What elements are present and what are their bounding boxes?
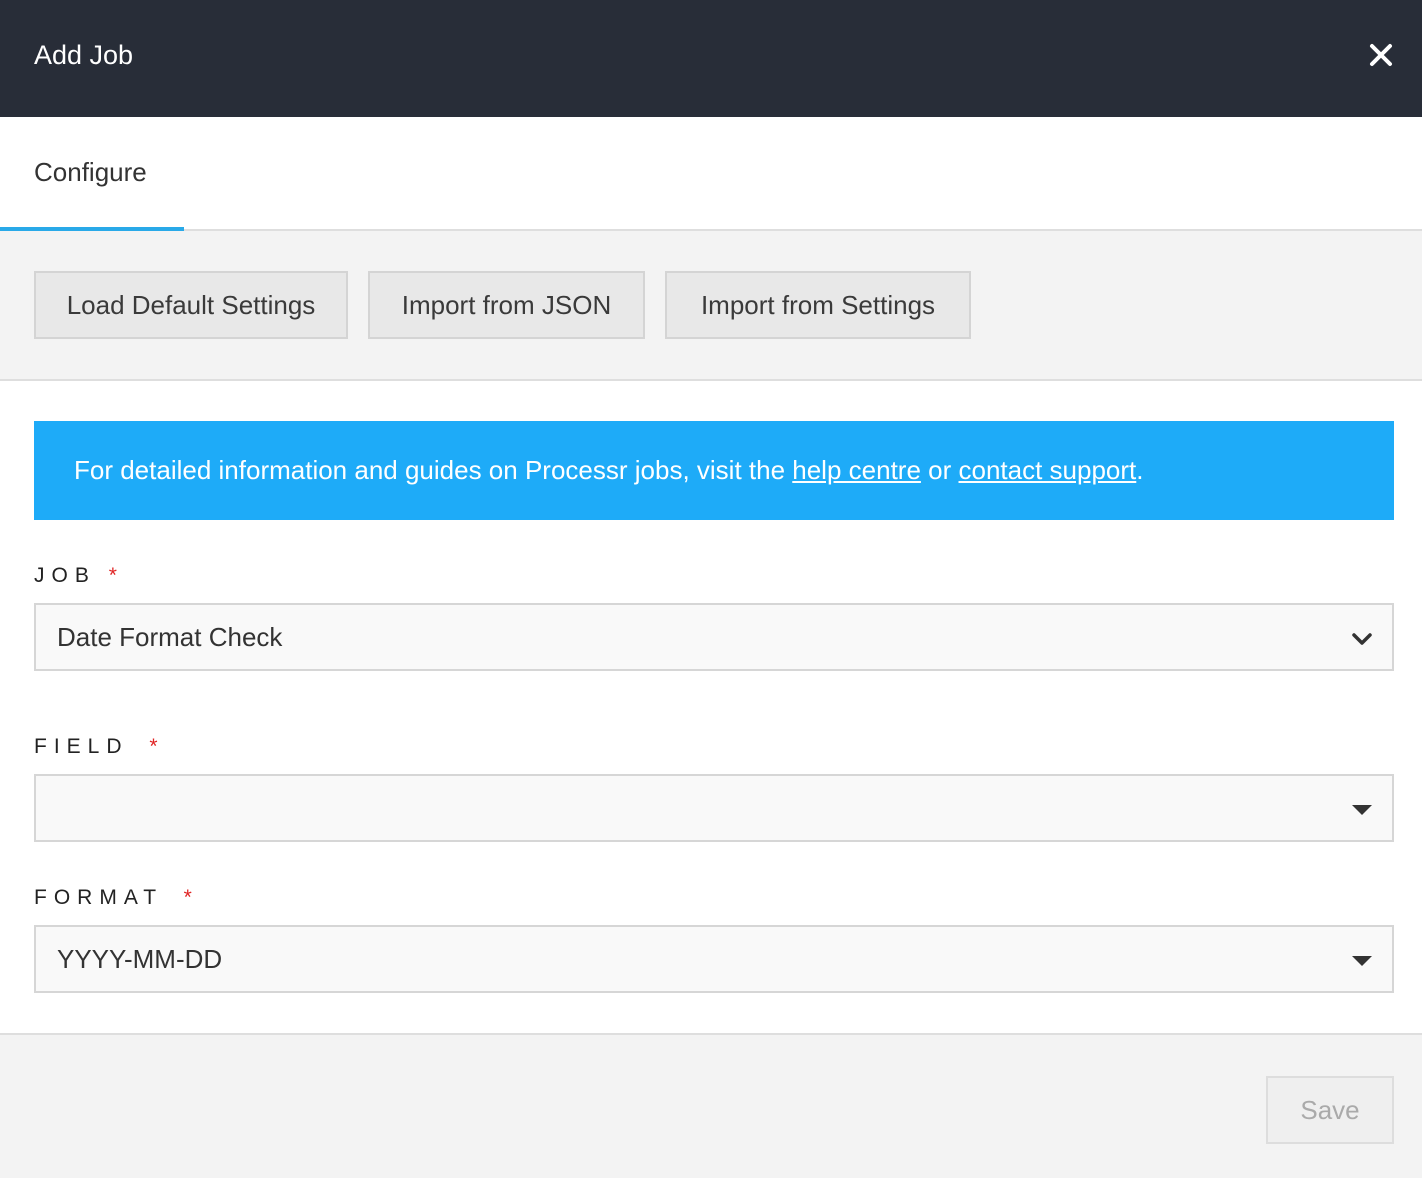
dialog-title: Add Job (34, 40, 134, 70)
tab-configure-label: Configure (34, 157, 147, 187)
chevron-down-icon (1350, 627, 1374, 651)
import-from-json-button[interactable]: Import from JSON (368, 271, 645, 339)
job-select[interactable]: Date Format Check (34, 603, 1394, 671)
save-button[interactable]: Save (1266, 1076, 1394, 1144)
import-from-settings-button[interactable]: Import from Settings (665, 271, 971, 339)
load-default-settings-button[interactable]: Load Default Settings (34, 271, 348, 339)
tab-configure[interactable]: Configure (0, 117, 184, 231)
help-centre-link[interactable]: help centre (792, 455, 921, 485)
field-label: FIELD * (34, 735, 158, 759)
job-label: JOB * (34, 564, 117, 588)
field-required-mark: * (149, 735, 158, 758)
job-required-mark: * (108, 564, 117, 587)
contact-support-link[interactable]: contact support (959, 455, 1137, 485)
dialog-header: Add Job (0, 0, 1422, 117)
job-label-text: JOB (34, 564, 96, 587)
format-required-mark: * (183, 886, 192, 909)
field-select[interactable] (34, 774, 1394, 842)
tab-bar: Configure (0, 117, 1422, 231)
info-banner: For detailed information and guides on P… (34, 421, 1394, 520)
caret-down-icon (1350, 949, 1374, 973)
format-select[interactable]: YYYY-MM-DD (34, 925, 1394, 993)
settings-toolbar: Load Default Settings Import from JSON I… (0, 231, 1422, 381)
format-label: FORMAT * (34, 886, 192, 910)
format-select-value: YYYY-MM-DD (57, 944, 223, 974)
caret-down-icon (1350, 798, 1374, 822)
close-button[interactable] (1362, 38, 1400, 72)
job-select-value: Date Format Check (57, 622, 283, 652)
close-icon (1370, 44, 1392, 66)
format-label-text: FORMAT (34, 886, 163, 909)
banner-text-before: For detailed information and guides on P… (74, 455, 793, 485)
field-label-text: FIELD (34, 735, 129, 758)
banner-text-after: . (1136, 455, 1144, 485)
banner-text-middle: or (920, 455, 959, 485)
dialog-footer: Save (0, 1033, 1422, 1178)
